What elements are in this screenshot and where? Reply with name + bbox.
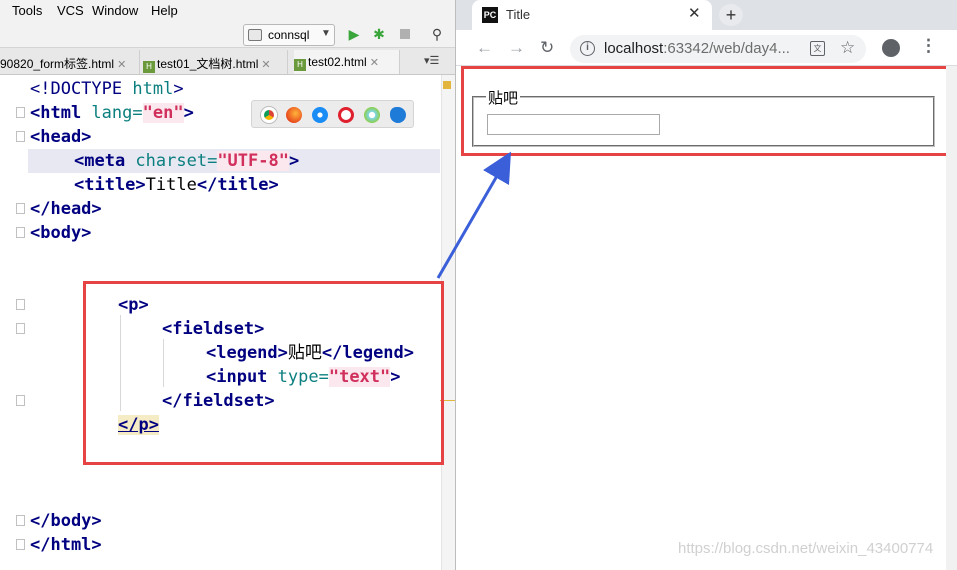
close-icon[interactable]: ✕ xyxy=(261,59,270,71)
browser-preview-icons xyxy=(251,100,414,128)
bookmark-star-icon[interactable]: ☆ xyxy=(840,38,855,58)
tab-form-html[interactable]: 90820_form标签.html ✕ xyxy=(0,50,140,74)
close-icon[interactable]: ✕ xyxy=(370,57,379,69)
profile-avatar-icon[interactable] xyxy=(882,39,900,57)
ide-window: Tools VCS Window Help connsql ▼ ▶ ✱ ⚲ 90… xyxy=(0,0,455,570)
chevron-down-icon: ▼ xyxy=(321,28,331,39)
highlight-box-render xyxy=(461,66,949,156)
address-bar[interactable]: i localhost:63342/web/day4... 文 ☆ xyxy=(570,35,866,63)
info-icon[interactable]: i xyxy=(580,41,595,56)
new-tab-button[interactable]: + xyxy=(719,4,743,26)
menu-help[interactable]: Help xyxy=(151,3,178,18)
safari-icon[interactable] xyxy=(312,107,328,123)
menu-bar: Tools VCS Window Help xyxy=(0,0,455,22)
fold-marker[interactable] xyxy=(16,515,25,526)
code-line-doctype: <!DOCTYPE html> xyxy=(30,79,184,99)
tab-label: test02.html xyxy=(308,55,367,69)
fold-marker[interactable] xyxy=(16,539,25,550)
search-icon[interactable]: ⚲ xyxy=(429,26,445,42)
menu-vcs[interactable]: VCS xyxy=(57,3,84,18)
debug-icon[interactable]: ✱ xyxy=(371,26,387,42)
fold-marker[interactable] xyxy=(16,107,25,118)
translate-icon[interactable]: 文 xyxy=(810,41,825,56)
watermark: https://blog.csdn.net/weixin_43400774 xyxy=(678,540,934,557)
tab-test02-html[interactable]: Htest02.html ✕ xyxy=(294,50,400,74)
tab-label: test01_文档树.html xyxy=(157,57,259,71)
chrome-icon[interactable] xyxy=(261,107,277,123)
code-line-html-open: <html lang="en"> xyxy=(30,103,194,123)
fold-marker[interactable] xyxy=(16,299,25,310)
editor-tabs: 90820_form标签.html ✕ Htest01_文档树.html ✕ Hte… xyxy=(0,48,455,75)
firefox-icon[interactable] xyxy=(286,107,302,123)
fold-marker[interactable] xyxy=(16,203,25,214)
code-line-meta: <meta charset="UTF-8"> xyxy=(74,151,300,171)
rendered-page: 贴吧 xyxy=(456,66,957,570)
code-line-head-open: <head> xyxy=(30,127,92,147)
browser-tab[interactable]: PC Title ✕ xyxy=(472,0,712,30)
browser-tab-title: Title xyxy=(506,7,531,22)
screenshot-root: Tools VCS Window Help connsql ▼ ▶ ✱ ⚲ 90… xyxy=(0,0,957,570)
code-line-body-open: <body> xyxy=(30,223,92,243)
code-line-body-close: </body> xyxy=(30,511,102,531)
html-file-icon: H xyxy=(294,59,306,71)
ide-toolbar: connsql ▼ ▶ ✱ ⚲ xyxy=(0,22,455,48)
fold-marker[interactable] xyxy=(16,131,25,142)
fold-marker[interactable] xyxy=(16,395,25,406)
tab-overflow-icon[interactable]: ▾☰ xyxy=(424,54,439,67)
fold-marker[interactable] xyxy=(16,227,25,238)
run-config-label: connsql xyxy=(268,28,310,42)
browser-window: PC Title ✕ + ← → ↻ i localhost:63342/web… xyxy=(455,0,957,570)
opera-icon[interactable] xyxy=(338,107,354,123)
code-line-title: <title>Title</title> xyxy=(74,175,279,195)
menu-kebab-icon[interactable]: ⋮ xyxy=(920,36,937,56)
menu-window[interactable]: Window xyxy=(92,3,138,18)
html-file-icon: H xyxy=(143,61,155,73)
internet-explorer-icon[interactable] xyxy=(364,107,380,123)
reload-icon[interactable]: ↻ xyxy=(540,38,554,58)
forward-icon[interactable]: → xyxy=(508,38,525,58)
close-icon[interactable]: ✕ xyxy=(117,59,126,71)
fold-marker[interactable] xyxy=(16,323,25,334)
pycharm-favicon-icon: PC xyxy=(482,7,498,23)
tab-label: 90820_form标签.html xyxy=(0,57,115,71)
edge-icon[interactable] xyxy=(390,107,406,123)
menu-tools[interactable]: Tools xyxy=(12,3,42,18)
config-icon xyxy=(248,29,262,41)
url-text: localhost:63342/web/day4... xyxy=(604,40,790,57)
browser-scrollbar[interactable] xyxy=(946,66,957,570)
editor-gutter xyxy=(0,75,28,570)
highlight-box-code xyxy=(83,281,444,465)
browser-tab-strip: PC Title ✕ + xyxy=(456,0,957,30)
code-line-head-close: </head> xyxy=(30,199,102,219)
run-config-select[interactable]: connsql ▼ xyxy=(243,24,335,46)
code-line-html-close: </html> xyxy=(30,535,102,555)
inspection-marker xyxy=(443,81,451,89)
run-icon[interactable]: ▶ xyxy=(346,26,362,42)
browser-toolbar: ← → ↻ i localhost:63342/web/day4... 文 ☆ … xyxy=(456,30,957,66)
back-icon[interactable]: ← xyxy=(476,38,493,58)
tab-test01-html[interactable]: Htest01_文档树.html ✕ xyxy=(143,50,288,74)
close-icon[interactable]: ✕ xyxy=(688,4,701,22)
stop-icon[interactable] xyxy=(397,26,413,42)
